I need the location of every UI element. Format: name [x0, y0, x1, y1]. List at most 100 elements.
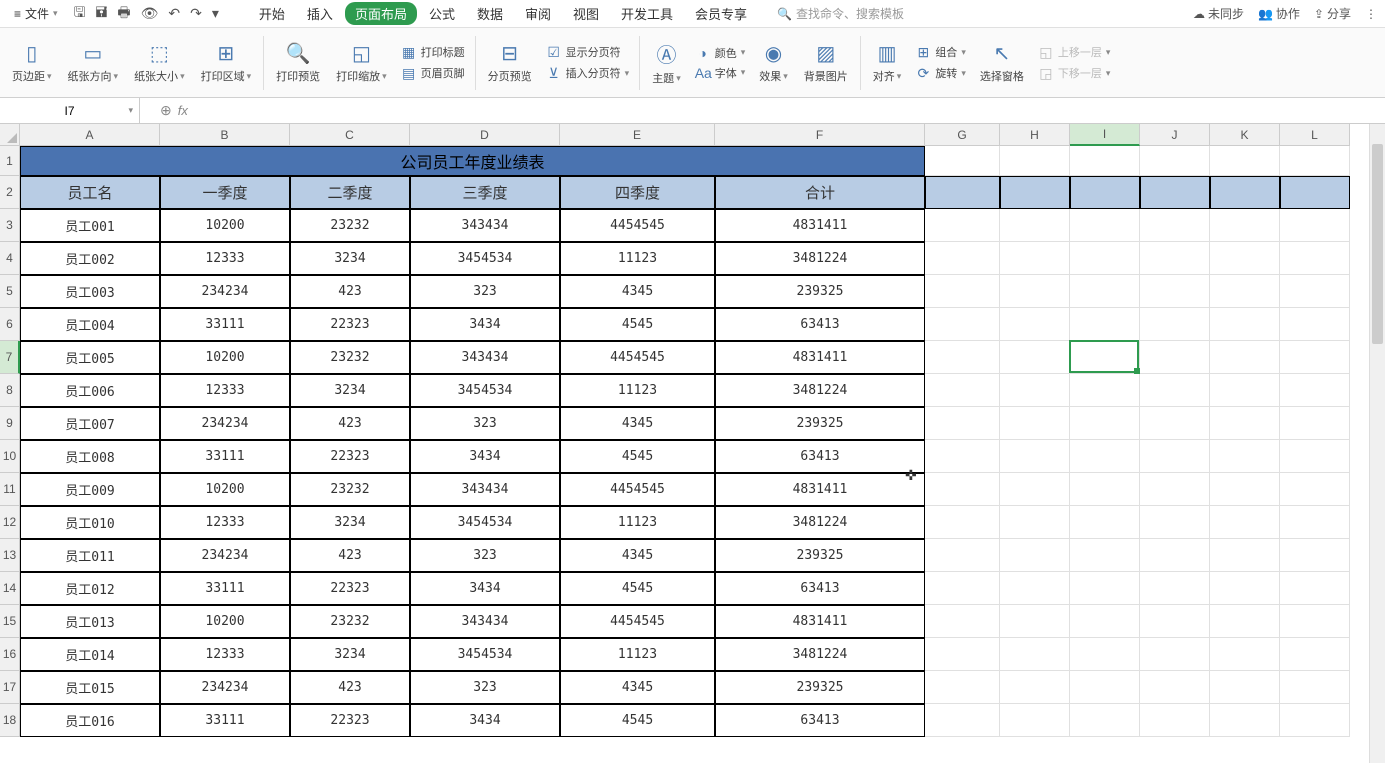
header-cell-J[interactable]	[1140, 176, 1210, 209]
cell-J18[interactable]	[1140, 704, 1210, 737]
col-header-C[interactable]: C	[290, 124, 410, 146]
cell-I18[interactable]	[1070, 704, 1140, 737]
cell-C7[interactable]: 23232	[290, 341, 410, 374]
cell-B11[interactable]: 10200	[160, 473, 290, 506]
cell-I16[interactable]	[1070, 638, 1140, 671]
cell-E4[interactable]: 11123	[560, 242, 715, 275]
cell-I1[interactable]	[1070, 146, 1140, 176]
cell-A3[interactable]: 员工001	[20, 209, 160, 242]
cell-D10[interactable]: 3434	[410, 440, 560, 473]
cell-F7[interactable]: 4831411	[715, 341, 925, 374]
header-cell-F[interactable]: 合计	[715, 176, 925, 209]
cell-D9[interactable]: 323	[410, 407, 560, 440]
cell-L13[interactable]	[1280, 539, 1350, 572]
tab-6[interactable]: 视图	[563, 1, 609, 26]
cell-E6[interactable]: 4545	[560, 308, 715, 341]
cell-A10[interactable]: 员工008	[20, 440, 160, 473]
cell-K14[interactable]	[1210, 572, 1280, 605]
cell-I10[interactable]	[1070, 440, 1140, 473]
cell-C11[interactable]: 23232	[290, 473, 410, 506]
cell-C3[interactable]: 23232	[290, 209, 410, 242]
cell-B12[interactable]: 12333	[160, 506, 290, 539]
cell-A14[interactable]: 员工012	[20, 572, 160, 605]
col-header-F[interactable]: F	[715, 124, 925, 146]
row-header-9[interactable]: 9	[0, 407, 20, 440]
cell-C8[interactable]: 3234	[290, 374, 410, 407]
cell-G1[interactable]	[925, 146, 1000, 176]
cell-H7[interactable]	[1000, 341, 1070, 374]
col-header-A[interactable]: A	[20, 124, 160, 146]
cell-I17[interactable]	[1070, 671, 1140, 704]
cell-J17[interactable]	[1140, 671, 1210, 704]
vertical-scrollbar[interactable]	[1369, 124, 1385, 763]
header-cell-E[interactable]: 四季度	[560, 176, 715, 209]
cell-L14[interactable]	[1280, 572, 1350, 605]
cell-I11[interactable]	[1070, 473, 1140, 506]
cell-E17[interactable]: 4345	[560, 671, 715, 704]
row-header-14[interactable]: 14	[0, 572, 20, 605]
cell-G4[interactable]	[925, 242, 1000, 275]
undo-icon[interactable]: ↶	[168, 5, 180, 22]
cell-A15[interactable]: 员工013	[20, 605, 160, 638]
header-cell-G[interactable]	[925, 176, 1000, 209]
header-cell-A[interactable]: 员工名	[20, 176, 160, 209]
cell-K11[interactable]	[1210, 473, 1280, 506]
formula-input-area[interactable]: ⊕ fx	[140, 102, 228, 119]
cell-B15[interactable]: 10200	[160, 605, 290, 638]
cell-L8[interactable]	[1280, 374, 1350, 407]
cell-A16[interactable]: 员工014	[20, 638, 160, 671]
cell-F6[interactable]: 63413	[715, 308, 925, 341]
cell-B7[interactable]: 10200	[160, 341, 290, 374]
cell-E14[interactable]: 4545	[560, 572, 715, 605]
header-cell-C[interactable]: 二季度	[290, 176, 410, 209]
cell-F14[interactable]: 63413	[715, 572, 925, 605]
share-button[interactable]: ⇪分享	[1314, 5, 1351, 22]
col-header-E[interactable]: E	[560, 124, 715, 146]
row-header-5[interactable]: 5	[0, 275, 20, 308]
cell-B17[interactable]: 234234	[160, 671, 290, 704]
cell-C4[interactable]: 3234	[290, 242, 410, 275]
cell-K6[interactable]	[1210, 308, 1280, 341]
page-margin-button[interactable]: ▯页边距▾	[4, 32, 60, 93]
cell-L9[interactable]	[1280, 407, 1350, 440]
cell-L10[interactable]	[1280, 440, 1350, 473]
more-icon[interactable]: ⋮	[1365, 7, 1377, 21]
row-header-7[interactable]: 7	[0, 341, 20, 374]
cell-A18[interactable]: 员工016	[20, 704, 160, 737]
print-titles-button[interactable]: ▦打印标题	[401, 44, 465, 61]
row-header-4[interactable]: 4	[0, 242, 20, 275]
redo-icon[interactable]: ↷	[190, 5, 202, 22]
row-header-10[interactable]: 10	[0, 440, 20, 473]
cell-H8[interactable]	[1000, 374, 1070, 407]
cell-G12[interactable]	[925, 506, 1000, 539]
cell-D18[interactable]: 3434	[410, 704, 560, 737]
background-button[interactable]: ▨背景图片	[796, 32, 856, 93]
cell-I9[interactable]	[1070, 407, 1140, 440]
cell-K15[interactable]	[1210, 605, 1280, 638]
cell-E12[interactable]: 11123	[560, 506, 715, 539]
cell-H14[interactable]	[1000, 572, 1070, 605]
cell-I4[interactable]	[1070, 242, 1140, 275]
cell-K18[interactable]	[1210, 704, 1280, 737]
cell-D16[interactable]: 3454534	[410, 638, 560, 671]
cell-C6[interactable]: 22323	[290, 308, 410, 341]
cell-C14[interactable]: 22323	[290, 572, 410, 605]
cell-A12[interactable]: 员工010	[20, 506, 160, 539]
cell-J9[interactable]	[1140, 407, 1210, 440]
tab-7[interactable]: 开发工具	[611, 1, 683, 26]
cell-F10[interactable]: 63413	[715, 440, 925, 473]
cell-G3[interactable]	[925, 209, 1000, 242]
cell-K10[interactable]	[1210, 440, 1280, 473]
collab-button[interactable]: 👥协作	[1258, 5, 1300, 22]
cell-J8[interactable]	[1140, 374, 1210, 407]
cell-H18[interactable]	[1000, 704, 1070, 737]
cell-A7[interactable]: 员工005	[20, 341, 160, 374]
cell-L5[interactable]	[1280, 275, 1350, 308]
cell-E7[interactable]: 4454545	[560, 341, 715, 374]
cell-B9[interactable]: 234234	[160, 407, 290, 440]
cell-E3[interactable]: 4454545	[560, 209, 715, 242]
cell-E11[interactable]: 4454545	[560, 473, 715, 506]
name-box-input[interactable]	[30, 104, 110, 118]
cell-D14[interactable]: 3434	[410, 572, 560, 605]
cell-L11[interactable]	[1280, 473, 1350, 506]
